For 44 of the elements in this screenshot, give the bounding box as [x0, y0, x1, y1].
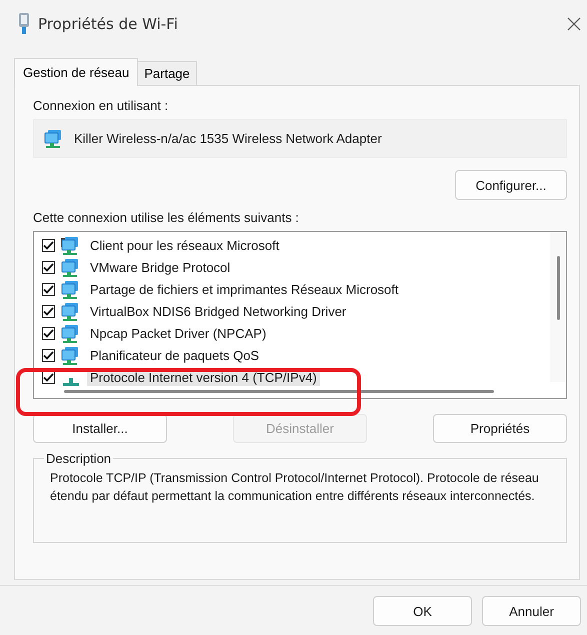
dialog-button[interactable]: Annuler	[482, 596, 581, 626]
tab[interactable]: Gestion de réseau	[14, 58, 138, 86]
check-icon	[43, 262, 54, 272]
list-item[interactable]: Partage de fichiers et imprimantes Réseaux Microsoft	[87, 280, 402, 298]
dialog-button[interactable]: OK	[373, 596, 472, 626]
network-service-icon	[61, 324, 81, 342]
horizontal-scrollbar[interactable]	[64, 390, 494, 393]
network-service-icon	[61, 302, 81, 320]
action-button[interactable]: Propriétés	[433, 414, 567, 443]
list-item[interactable]: Client pour les réseaux Microsoft	[87, 236, 282, 254]
checkbox[interactable]	[42, 238, 55, 252]
network-service-icon	[61, 280, 81, 298]
close-icon	[567, 17, 581, 31]
configure-button[interactable]: Configurer...	[455, 170, 567, 200]
description-text: Protocole TCP/IP (Transmission Control Protocol/Internet Protocol). Protocole de réseau étendu par défaut permettant la communication entre différents réseaux interconnectés.	[50, 470, 540, 505]
tab[interactable]: Partage	[137, 61, 197, 85]
list-item[interactable]: VirtualBox NDIS6 Bridged Networking Driver	[87, 302, 350, 320]
list-item[interactable]: VMware Bridge Protocol	[87, 258, 234, 276]
network-adapter-icon	[44, 129, 62, 148]
checkbox[interactable]	[42, 348, 55, 362]
checkbox[interactable]	[42, 282, 55, 296]
section-label: Cette connexion utilise les éléments suivants :	[33, 210, 300, 225]
network-service-icon	[61, 346, 81, 364]
check-icon	[43, 372, 54, 382]
network-client-icon	[61, 236, 81, 254]
checkbox[interactable]	[42, 260, 55, 274]
action-button[interactable]: Installer...	[33, 414, 167, 443]
usb-adapter-icon	[18, 13, 30, 35]
vertical-scrollbar[interactable]	[550, 232, 566, 382]
checkbox[interactable]	[42, 326, 55, 340]
adapter-name: Killer Wireless-n/a/ac 1535 Wireless Network Adapter	[74, 131, 382, 146]
check-icon	[43, 328, 54, 338]
list-item[interactable]: Npcap Packet Driver (NPCAP)	[87, 324, 270, 342]
section-label: Connexion en utilisant :	[33, 98, 170, 113]
network-service-icon	[61, 258, 81, 276]
network-protocol-icon	[63, 378, 79, 386]
check-icon	[43, 306, 54, 316]
list-item[interactable]: Planificateur de paquets QoS	[87, 346, 262, 364]
checkbox[interactable]	[42, 304, 55, 318]
group-title: Description	[45, 451, 112, 466]
check-icon	[43, 240, 54, 250]
check-icon	[43, 284, 54, 294]
window-title: Propriétés de Wi-Fi	[38, 15, 179, 33]
check-icon	[43, 350, 54, 360]
